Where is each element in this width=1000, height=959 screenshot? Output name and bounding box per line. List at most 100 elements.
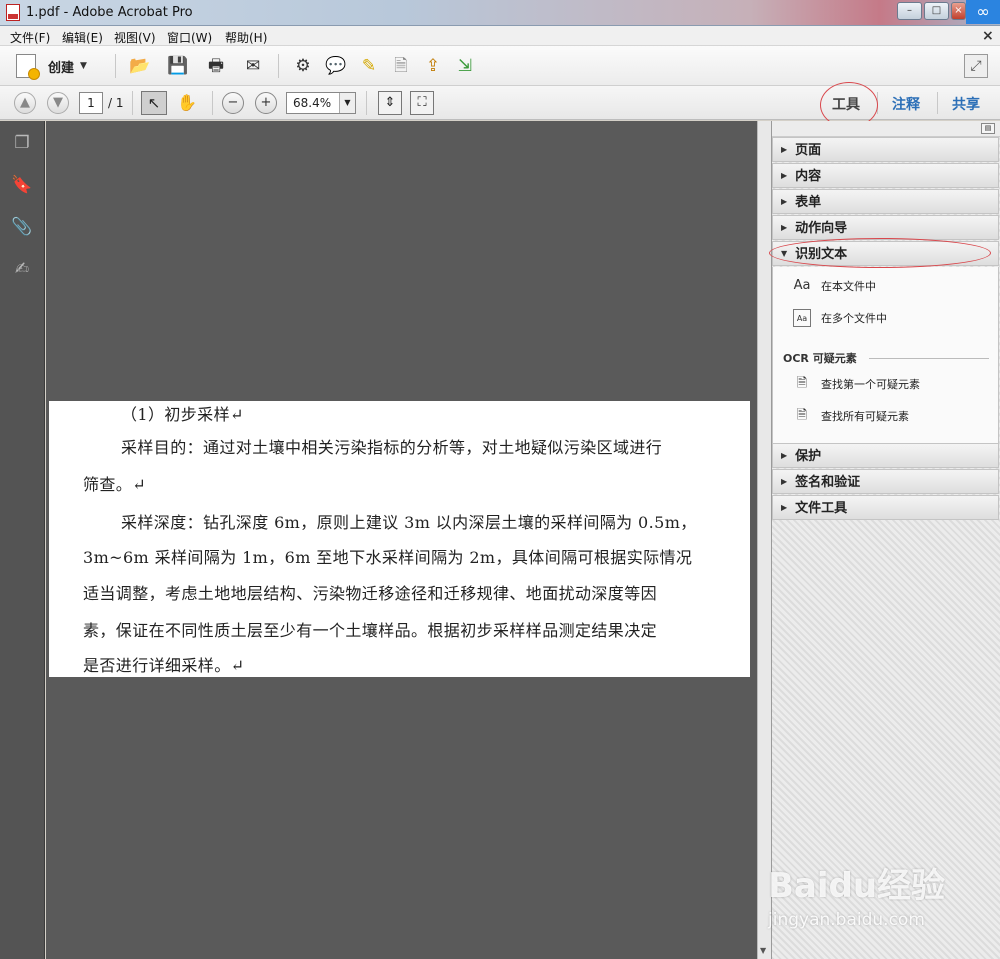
title-bar: 1.pdf - Adobe Acrobat Pro – □ × ∞ <box>0 0 1000 26</box>
scroll-down-icon[interactable]: ▼ <box>760 946 766 955</box>
menu-window[interactable]: 窗口(W) <box>167 29 212 46</box>
chevron-down-icon: ▼ <box>80 61 87 71</box>
hand-tool-icon[interactable]: ✋ <box>174 91 200 115</box>
fit-width-icon[interactable]: ⇕ <box>378 91 402 115</box>
ocr-suspects-heading: OCR 可疑元素 <box>783 352 857 365</box>
tab-share[interactable]: 共享 <box>952 94 980 114</box>
doc-line: 采样深度：钻孔深度 6m，原则上建议 3m 以内深层土壤的采样间隔为 0.5m， <box>121 513 697 532</box>
section-action-wizard[interactable]: ▶ 动作向导 <box>772 215 999 240</box>
chevron-right-icon: ▶ <box>781 223 788 232</box>
doc-line: 素，保证在不同性质土层至少有一个土壤样品。根据初步采样样品测定结果决定 <box>83 621 658 640</box>
divider <box>869 358 989 359</box>
multi-file-icon: Aa <box>793 309 811 327</box>
minimize-button[interactable]: – <box>897 2 922 20</box>
chevron-right-icon: ▶ <box>781 503 788 512</box>
chevron-right-icon: ▶ <box>781 477 788 486</box>
toolbar-divider <box>212 91 213 115</box>
option-in-multiple-files[interactable]: Aa 在多个文件中 <box>793 309 887 327</box>
baidu-watermark: Baidu经验 jingyan.baidu.com <box>768 850 998 940</box>
navigation-pane: ❐ 🔖 📎 ✍ <box>0 121 45 959</box>
zoom-select[interactable]: 68.4% ▼ <box>286 92 356 114</box>
navigation-toolbar: ▲ ▼ 1 / 1 ↖ ✋ − + 68.4% ▼ ⇕ ⛶ 工具 注释 共享 <box>0 86 1000 120</box>
text-recognition-icon: Aa <box>793 278 811 293</box>
find-suspect-icon: 🗎 <box>796 376 808 391</box>
previous-page-button[interactable]: ▲ <box>14 92 36 114</box>
baidu-cloud-icon[interactable]: ∞ <box>966 0 1000 24</box>
section-label: 页面 <box>795 143 822 158</box>
document-view[interactable]: （1）初步采样↵ 采样目的：通过对土壤中相关污染指标的分析等，对土地疑似污染区域… <box>46 121 757 959</box>
zoom-in-button[interactable]: + <box>255 92 277 114</box>
pdf-app-icon <box>6 4 20 21</box>
section-recognize-text[interactable]: ▼ 识别文本 <box>772 241 999 266</box>
watermark-url: jingyan.baidu.com <box>768 910 925 930</box>
section-forms[interactable]: ▶ 表单 <box>772 189 999 214</box>
section-content[interactable]: ▶ 内容 <box>772 163 999 188</box>
recognize-text-panel: Aa 在本文件中 Aa 在多个文件中 OCR 可疑元素 🗎 查找第一个可疑元素 … <box>772 267 999 444</box>
close-document-icon[interactable]: × <box>982 28 994 44</box>
option-in-this-file[interactable]: Aa 在本文件中 <box>793 277 876 295</box>
doc-line: 是否进行详细采样。↵ <box>83 656 245 675</box>
toolbar-divider <box>115 54 116 78</box>
create-button[interactable]: 创建 ▼ <box>12 52 100 80</box>
toolbar-divider <box>278 54 279 78</box>
zoom-value: 68.4% <box>293 96 332 110</box>
doc-line: 3m~6m 采样间隔为 1m，6m 至地下水采样间隔为 2m，具体间隔可根据实际… <box>83 548 693 567</box>
section-pages[interactable]: ▶ 页面 <box>772 137 999 162</box>
email-icon[interactable]: ✉ <box>240 54 266 78</box>
tab-divider <box>937 92 938 114</box>
open-folder-icon[interactable]: 📂 <box>127 54 153 78</box>
section-label: 动作向导 <box>795 221 848 236</box>
pane-options-icon[interactable]: ▤ <box>981 123 995 134</box>
doc-line: 筛查。↵ <box>83 475 147 494</box>
chevron-right-icon: ▶ <box>781 197 788 206</box>
option-find-first-suspect[interactable]: 🗎 查找第一个可疑元素 <box>793 375 920 393</box>
pane-header: ▤ <box>772 121 1000 137</box>
chevron-down-icon[interactable]: ▼ <box>339 93 355 113</box>
expand-icon[interactable]: ⤢ <box>964 54 988 78</box>
attachment-icon[interactable]: 📎 <box>10 215 34 239</box>
next-page-button[interactable]: ▼ <box>47 92 69 114</box>
bookmark-icon[interactable]: 🔖 <box>10 173 34 197</box>
tab-comments[interactable]: 注释 <box>892 94 920 114</box>
tab-tools[interactable]: 工具 <box>832 94 860 114</box>
menu-file[interactable]: 文件(F) <box>10 29 50 46</box>
section-sign-certify[interactable]: ▶ 签名和验证 <box>772 469 999 494</box>
zoom-out-button[interactable]: − <box>222 92 244 114</box>
delete-file-icon[interactable]: 🗎 <box>388 54 414 78</box>
find-all-suspects-icon: 🗎 <box>796 408 808 423</box>
close-window-button[interactable]: × <box>951 2 966 20</box>
doc-line: （1）初步采样↵ <box>121 405 244 424</box>
signature-icon[interactable]: ✍ <box>10 257 34 281</box>
chevron-right-icon: ▶ <box>781 451 788 460</box>
gear-icon[interactable]: ⚙ <box>290 54 316 78</box>
menu-view[interactable]: 视图(V) <box>114 29 156 46</box>
section-label: 表单 <box>795 195 822 210</box>
page-thumbnails-icon[interactable]: ❐ <box>10 131 34 155</box>
export-icon[interactable]: ⇪ <box>420 54 446 78</box>
option-label: 在本文件中 <box>821 280 876 293</box>
option-find-all-suspects[interactable]: 🗎 查找所有可疑元素 <box>793 407 909 425</box>
section-label: 识别文本 <box>795 247 848 262</box>
tools-pane: ▤ ▶ 页面 ▶ 内容 ▶ 表单 ▶ 动作向导 ▼ 识别文本 Aa 在本文件中 Aa 在多… <box>771 121 1000 959</box>
tab-divider <box>877 92 878 114</box>
vertical-scrollbar[interactable]: ▼ <box>757 121 771 959</box>
print-icon[interactable]: 🖶 <box>203 54 229 78</box>
section-document-processing[interactable]: ▶ 文件工具 <box>772 495 999 520</box>
maximize-button[interactable]: □ <box>924 2 949 20</box>
section-protect[interactable]: ▶ 保护 <box>772 443 999 468</box>
chevron-right-icon: ▶ <box>781 145 788 154</box>
fit-page-icon[interactable]: ⛶ <box>410 91 434 115</box>
menu-bar: 文件(F) 编辑(E) 视图(V) 窗口(W) 帮助(H) × <box>0 26 1000 46</box>
select-tool-icon[interactable]: ↖ <box>141 91 167 115</box>
section-label: 签名和验证 <box>795 475 861 490</box>
menu-edit[interactable]: 编辑(E) <box>62 29 103 46</box>
share-file-icon[interactable]: ⇲ <box>452 54 478 78</box>
page-number-input[interactable]: 1 <box>79 92 103 114</box>
comment-icon[interactable]: 💬 <box>323 54 349 78</box>
watermark-brand: Baidu经验 <box>768 866 946 906</box>
menu-help[interactable]: 帮助(H) <box>225 29 267 46</box>
highlight-icon[interactable]: ✎ <box>356 54 382 78</box>
section-label: 文件工具 <box>795 501 848 516</box>
option-label: 查找第一个可疑元素 <box>821 378 920 391</box>
save-icon[interactable]: 💾 <box>165 54 191 78</box>
